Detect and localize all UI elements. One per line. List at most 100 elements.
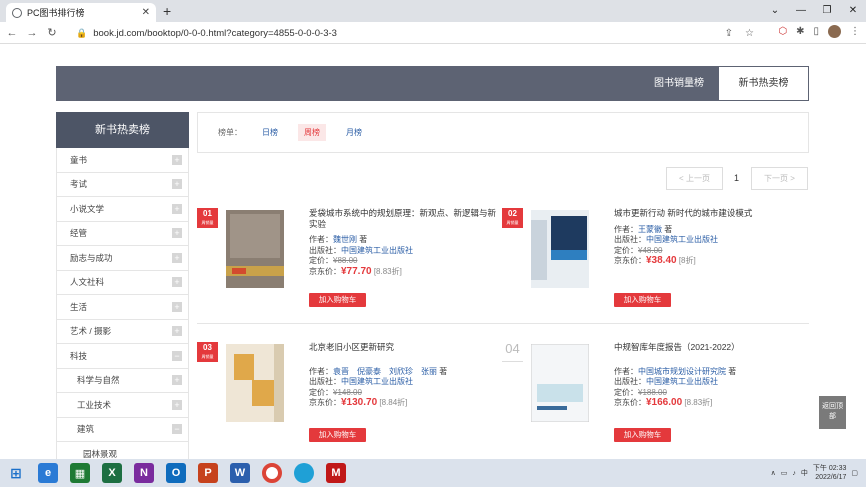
list-price: ¥148.00 [333,387,362,397]
sidebar-item-architecture[interactable]: 建筑 − [57,417,188,442]
expand-icon[interactable]: + [172,252,182,263]
extension-icon[interactable]: ⬡ [778,26,787,37]
chevron-down-icon[interactable]: ⌄ [762,0,788,20]
rank-sub: 周销量 [201,354,214,359]
publisher-link[interactable]: 中国建筑工业出版社 [341,377,413,386]
excel-icon[interactable]: X [102,463,122,483]
store-icon[interactable]: ▦ [70,463,90,483]
tab-new-books-ranking[interactable]: 新书热卖榜 [719,67,808,100]
book-item: 01 周销量 爱袋城市系统中的规划原理：新观点、新逻辑与新实验 作者：魏世刚 著 … [197,208,497,338]
next-page-button[interactable]: 下一页 > [751,167,808,190]
profile-avatar[interactable] [828,25,841,38]
volume-icon[interactable]: ♪ [792,470,796,477]
restore-icon[interactable]: ❐ [814,0,840,20]
add-to-cart-button[interactable]: 加入购物车 [309,428,366,442]
sidebar-item-success[interactable]: 励志与成功 + [57,246,188,271]
prev-page-button[interactable]: < 上一页 [666,167,723,190]
sidebar-item-art[interactable]: 艺术 / 摄影 + [57,319,188,344]
clock[interactable]: 下午 02:33 2022/6/17 [813,464,846,482]
tab-sales-ranking[interactable]: 图书销量榜 [654,66,704,101]
filter-monthly[interactable]: 月榜 [340,124,368,141]
publisher-link[interactable]: 中国建筑工业出版社 [341,246,413,255]
forward-icon[interactable]: → [24,27,40,39]
jd-price: ¥38.40 [646,255,677,266]
book-cover[interactable] [226,344,284,422]
rank-number: 02 [508,209,517,218]
share-icon[interactable]: ⇪ [725,28,733,39]
add-to-cart-button[interactable]: 加入购物车 [614,428,671,442]
expand-icon[interactable]: + [172,301,182,312]
book-title[interactable]: 中规智库年度报告（2021-2022） [614,342,804,353]
pagination: < 上一页 1 下一页 > [0,167,866,190]
reload-icon[interactable]: ↻ [44,26,60,39]
author-link[interactable]: 中国城市规划设计研究院 [638,367,726,376]
sidebar-item-fiction[interactable]: 小说文学 + [57,197,188,222]
new-tab-button[interactable]: + [163,3,171,19]
expand-icon[interactable]: + [172,326,182,337]
author-suffix: 著 [359,235,368,244]
add-to-cart-button[interactable]: 加入购物车 [309,293,366,307]
onenote-icon[interactable]: N [134,463,154,483]
sidebar-item-landscape[interactable]: 园林景观 [57,442,188,459]
book-cover[interactable] [226,210,284,288]
minimize-icon[interactable]: — [788,0,814,20]
book-cover[interactable] [531,344,589,422]
expand-icon[interactable]: + [172,154,182,165]
collapse-icon[interactable]: − [172,350,182,361]
publisher-label: 出版社： [614,235,646,244]
book-title[interactable]: 北京老旧小区更新研究 [309,342,499,353]
network-icon[interactable]: ▭ [781,469,788,477]
notification-icon[interactable]: ▢ [851,469,858,477]
edge-legacy-icon[interactable]: e [38,463,58,483]
puzzle-icon[interactable]: ✱ [796,26,804,37]
powerpoint-icon[interactable]: P [198,463,218,483]
book-title[interactable]: 城市更新行动 新时代的城市建设模式 [614,208,804,219]
sidebar-panel-icon[interactable]: ▯ [813,26,819,37]
book-item: 04 中规智库年度报告（2021-2022） 作者：中国城市规划设计研究院 著 … [502,342,802,459]
sidebar-item-science[interactable]: 科学与自然 + [57,368,188,393]
back-to-top-button[interactable]: 返回顶部 [819,396,846,429]
jd-price: ¥166.00 [646,397,683,408]
sidebar-item-tech[interactable]: 科技 − [57,344,188,369]
chevron-up-icon[interactable]: ∧ [771,469,776,477]
author-link[interactable]: 王蒙徽 [638,225,662,234]
book-cover[interactable] [531,210,589,288]
sidebar-item-industry[interactable]: 工业技术 + [57,393,188,418]
discount: [8.83折] [684,398,713,407]
sidebar-item-life[interactable]: 生活 + [57,295,188,320]
publisher-link[interactable]: 中国建筑工业出版社 [646,377,718,386]
address-bar[interactable]: 🔒 book.jd.com/booktop/0-0-0.html?categor… [70,25,760,42]
rank-sub: 周销量 [506,220,519,225]
expand-icon[interactable]: + [172,399,182,410]
expand-icon[interactable]: + [172,203,182,214]
filter-weekly[interactable]: 周榜 [298,124,326,141]
author-link[interactable]: 袁晋 倪豪泰 刘欣珍 张丽 [333,367,437,376]
browser-tab[interactable]: PC图书排行榜 ✕ [6,3,156,22]
mcafee-icon[interactable]: M [326,463,346,483]
edge-icon[interactable] [294,463,314,483]
star-icon[interactable]: ☆ [745,28,754,39]
expand-icon[interactable]: + [172,375,182,386]
tab-close-icon[interactable]: ✕ [142,7,150,18]
url-text[interactable]: book.jd.com/booktop/0-0-0.html?category=… [93,28,718,39]
windows-start-icon[interactable]: ⊞ [6,463,26,483]
chrome-icon[interactable] [262,463,282,483]
menu-dots-icon[interactable]: ⋮ [850,26,860,37]
publisher-link[interactable]: 中国建筑工业出版社 [646,235,718,244]
add-to-cart-button[interactable]: 加入购物车 [614,293,671,307]
expand-icon[interactable]: + [172,228,182,239]
sidebar-item-business[interactable]: 经管 + [57,221,188,246]
ime-icon[interactable]: 中 [801,468,808,478]
author-label: 作者： [309,366,333,376]
word-icon[interactable]: W [230,463,250,483]
collapse-icon[interactable]: − [172,424,182,435]
filter-daily[interactable]: 日榜 [256,124,284,141]
expand-icon[interactable]: + [172,277,182,288]
sidebar-item-label: 科技 [70,350,88,361]
outlook-icon[interactable]: O [166,463,186,483]
sidebar-item-humanities[interactable]: 人文社科 + [57,270,188,295]
back-icon[interactable]: ← [4,27,20,39]
book-title[interactable]: 爱袋城市系统中的规划原理：新观点、新逻辑与新实验 [309,208,499,229]
author-link[interactable]: 魏世刚 [333,235,357,244]
close-window-icon[interactable]: ✕ [840,0,866,20]
